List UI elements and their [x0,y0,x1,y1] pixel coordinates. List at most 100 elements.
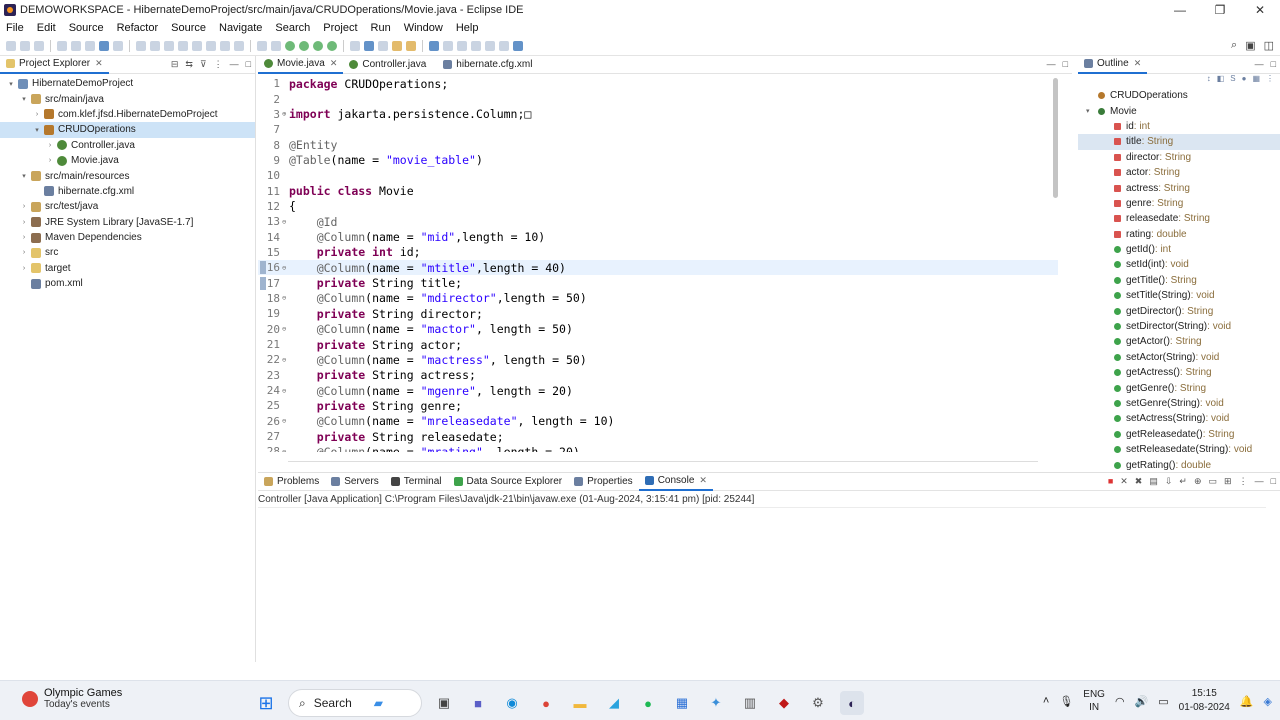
menu-item-source[interactable]: Source [165,22,213,34]
maximize-view-icon[interactable]: □ [246,59,251,70]
tree-item[interactable]: › Movie.java [0,153,255,168]
sort-icon[interactable]: ↕ [1207,74,1211,88]
display-console-icon[interactable]: ▭ [1209,476,1218,487]
tab-problems[interactable]: Problems [258,473,325,491]
close-icon[interactable]: ✕ [330,58,338,69]
battery-icon[interactable]: ▭ [1158,695,1168,708]
editor-tab[interactable]: Controller.java [343,56,437,74]
fold-toggle-icon[interactable]: ⊖ [282,417,289,425]
maximize-view-icon[interactable]: □ [1271,59,1276,69]
expand-toggle-icon[interactable]: ▾ [19,172,29,180]
java-perspective-icon[interactable]: ◫ [1264,39,1274,52]
expand-toggle-icon[interactable]: › [19,234,29,241]
close-icon[interactable]: ✕ [699,475,707,486]
perspective-icon[interactable]: ▣ [1245,39,1255,52]
open-type-icon[interactable] [57,40,67,51]
tab-outline[interactable]: Outline ✕ [1078,56,1148,74]
disconnect-icon[interactable] [192,40,202,51]
code-line[interactable]: 20 ⊖ @Column(name = "mactor", length = 50… [258,322,1058,337]
drop-frame-icon[interactable] [257,40,267,51]
scroll-lock-icon[interactable]: ⇩ [1165,476,1173,487]
code-line[interactable]: 11 public class Movie [258,183,1058,198]
collapse-all-icon[interactable]: ⊟ [171,59,179,70]
clock[interactable]: 15:15 01-08-2024 [1179,687,1230,715]
skip-breakpoints-icon[interactable] [136,40,146,51]
save-icon[interactable] [20,40,30,51]
calculator-icon[interactable]: ▥ [738,691,762,715]
code-line[interactable]: 3 ⊕ import jakarta.persistence.Column;□ [258,107,1058,122]
code-line[interactable]: 28 ⊖ @Column(name = "mrating", length = 2… [258,444,1058,452]
code-line[interactable]: 2 [258,91,1058,106]
tree-item[interactable]: pom.xml [0,276,255,291]
fold-toggle-icon[interactable]: ⊕ [282,110,289,118]
expand-toggle-icon[interactable]: › [19,203,29,210]
tree-item[interactable]: › Maven Dependencies [0,230,255,245]
step-return-icon[interactable] [234,40,244,51]
external-tools-icon[interactable] [327,40,337,51]
pin-editor-icon[interactable] [513,40,523,51]
outline-item[interactable]: releasedate : String [1078,211,1280,226]
clear-console-icon[interactable]: ▤ [1149,476,1158,487]
word-wrap-icon[interactable]: ↵ [1179,476,1187,487]
tree-item[interactable]: ▾ src/main/resources [0,168,255,183]
tree-item[interactable]: › target [0,261,255,276]
outline-item[interactable]: genre : String [1078,196,1280,211]
new-java-project-icon[interactable] [350,40,360,51]
forward-icon[interactable] [499,40,509,51]
menu-item-navigate[interactable]: Navigate [213,22,269,34]
menu-item-window[interactable]: Window [398,22,450,34]
outline-item[interactable]: getTitle() : String [1078,273,1280,288]
outline-item[interactable]: title : String [1078,134,1280,150]
edge-icon[interactable]: ◉ [500,691,524,715]
menu-item-file[interactable]: File [0,22,31,34]
outline-item[interactable]: setActress(String) : void [1078,411,1280,426]
code-line[interactable]: 27 private String releasedate; [258,429,1058,444]
mcafee-icon[interactable]: ◆ [772,691,796,715]
expand-toggle-icon[interactable]: ▾ [32,126,42,134]
code-line[interactable]: 22 ⊖ @Column(name = "mactress", length = … [258,352,1058,367]
minimize-view-icon[interactable]: — [1047,59,1056,69]
web-browser-icon[interactable] [429,40,439,51]
code-editor[interactable]: 1 package CRUDOperations; 2 3 ⊕ import jakart… [258,76,1058,452]
expand-toggle-icon[interactable]: ▾ [6,80,16,88]
chrome-icon[interactable]: ● [534,691,558,715]
hide-local-types-icon[interactable]: ▦ [1252,74,1260,88]
outline-item[interactable]: getActor() : String [1078,334,1280,349]
code-line[interactable]: 13 ⊖ @Id [258,214,1058,229]
tab-properties[interactable]: Properties [568,473,639,491]
link-editor-icon[interactable]: ⇆ [185,59,193,70]
close-icon[interactable]: ✕ [1134,58,1142,69]
editor-horizontal-scrollbar[interactable] [288,461,1038,462]
tab-console[interactable]: Console ✕ [638,473,713,491]
prev-annotation-icon[interactable] [457,40,467,51]
run-icon[interactable] [299,40,309,51]
code-line[interactable]: 16 ⊖ @Column(name = "mtitle",length = 40) [258,260,1058,276]
code-line[interactable]: 24 ⊖ @Column(name = "mgenre", length = 20… [258,383,1058,398]
pin-console-icon[interactable]: ⊕ [1194,476,1202,487]
open-folder-icon[interactable] [392,40,402,51]
outline-item[interactable]: getReleasedate() : String [1078,427,1280,442]
language-indicator[interactable]: ENG IN [1083,688,1105,714]
code-line[interactable]: 7 [258,122,1058,137]
remove-launch-icon[interactable]: ✕ [1120,476,1128,487]
tab-terminal[interactable]: Terminal [385,473,448,491]
code-line[interactable]: 8 @Entity [258,137,1058,152]
remove-all-icon[interactable]: ✖ [1135,476,1143,487]
widgets-button[interactable]: Olympic Games Today's events [22,687,122,710]
outline-item[interactable]: getDirector() : String [1078,303,1280,318]
copilot-icon[interactable]: ◈ [1264,695,1272,708]
menu-item-project[interactable]: Project [317,22,364,34]
editor-tab[interactable]: Movie.java ✕ [258,56,344,74]
code-line[interactable]: 1 package CRUDOperations; [258,76,1058,91]
outline-item[interactable]: getRating() : double [1078,457,1280,472]
toggle-breadcrumb-icon[interactable] [99,40,109,51]
outline-item[interactable]: CRUDOperations [1078,88,1280,103]
settings-app-icon[interactable]: ✦ [704,691,728,715]
expand-toggle-icon[interactable]: › [19,219,29,226]
fold-toggle-icon[interactable]: ⊖ [282,264,289,272]
maximize-view-icon[interactable]: □ [1271,476,1276,487]
hide-nonpublic-icon[interactable]: ● [1242,74,1247,88]
outline-item[interactable]: actor : String [1078,165,1280,180]
code-line[interactable]: 14 @Column(name = "mid",length = 10) [258,229,1058,244]
code-line[interactable]: 21 private String actor; [258,337,1058,352]
